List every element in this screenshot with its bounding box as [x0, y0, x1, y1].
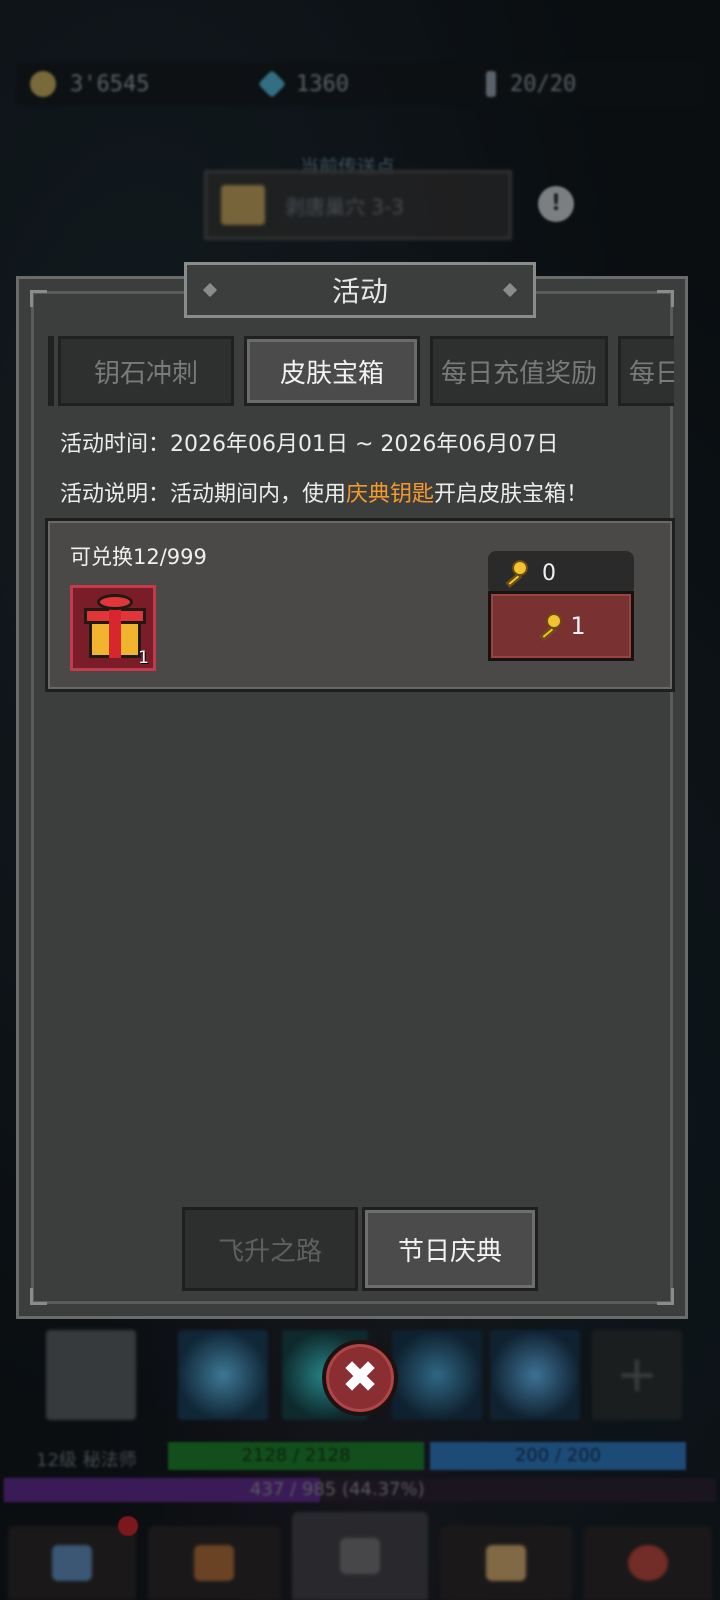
reward-card: 可兑换12/999 1 0 1	[45, 518, 675, 692]
key-icon	[502, 560, 528, 588]
owned-key-count: 0	[542, 560, 556, 586]
modal-title-plate: 活动	[184, 262, 536, 318]
tab-festival[interactable]: 节日庆典	[362, 1207, 538, 1291]
modal-title: 活动	[331, 275, 388, 308]
redeem-count: 可兑换12/999	[70, 545, 207, 569]
tab-key-rush[interactable]: 钥石冲刺	[58, 336, 234, 406]
key-icon	[536, 613, 563, 641]
tab-ascension-road[interactable]: 飞升之路	[182, 1207, 358, 1291]
tab-skin-chest[interactable]: 皮肤宝箱	[244, 336, 420, 406]
tab-daily-recharge[interactable]: 每日充值奖励	[430, 336, 608, 406]
event-description: 活动说明：活动期间内，使用庆典钥匙开启皮肤宝箱！	[60, 482, 589, 507]
close-icon: ✖	[341, 1352, 379, 1403]
event-time: 活动时间：2026年06月01日 ~ 2026年06月07日	[60, 432, 559, 457]
owned-keys: 0	[488, 551, 634, 595]
redeem-button[interactable]: 1	[488, 591, 634, 661]
activity-tabs: 钥石冲刺 皮肤宝箱 每日充值奖励 每日	[48, 336, 674, 408]
close-button[interactable]: ✖	[322, 1340, 398, 1416]
redeem-cost: 1	[570, 612, 586, 640]
tab-daily-partial[interactable]: 每日	[618, 336, 674, 406]
tab-previous-stub[interactable]	[48, 336, 54, 406]
item-quantity: 1	[138, 648, 149, 668]
reward-item-slot[interactable]: 1	[70, 585, 156, 671]
highlighted-item-name: 庆典钥匙	[346, 482, 435, 507]
